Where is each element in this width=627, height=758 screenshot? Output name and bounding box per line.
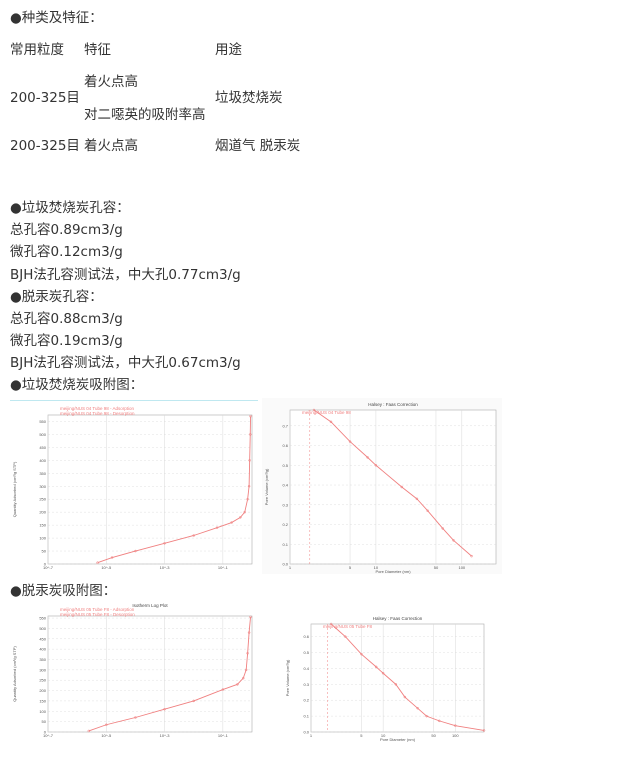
x-tick-label: 5 — [360, 733, 363, 738]
section2-line: 微孔容0.19cm3/g — [10, 333, 123, 349]
x-tick-label: 10^-5 — [101, 733, 112, 738]
chart-title: Halsey : Faas Correction — [368, 402, 418, 407]
chart-title: Halsey : Faas Correction — [373, 616, 423, 621]
table-header-features: 特征 — [84, 42, 111, 58]
plot-area — [47, 414, 253, 565]
y-tick-label: 100 — [39, 536, 46, 541]
row2-use: 烟道气 脱汞炭 — [215, 138, 301, 154]
y-tick-label: 0.3 — [282, 502, 288, 507]
x-axis-label: Pore Diameter (nm) — [375, 569, 411, 574]
section1-line: 微孔容0.12cm3/g — [10, 244, 123, 260]
y-tick-label: 250 — [39, 497, 46, 502]
y-tick-label: 350 — [39, 471, 46, 476]
x-tick-label: 10^-7 — [43, 565, 54, 570]
x-tick-label: 10^-5 — [101, 565, 112, 570]
x-tick-label: 100 — [452, 733, 459, 738]
y-tick-label: 150 — [39, 698, 46, 703]
y-axis-label: Quantity Adsorbed (cm³/g STP) — [12, 646, 17, 702]
y-tick-label: 0.0 — [303, 730, 309, 735]
y-tick-label: 0.6 — [303, 634, 309, 639]
x-axis-label: Pore Diameter (nm) — [380, 737, 416, 742]
y-tick-label: 400 — [39, 458, 46, 463]
chart-title: Isotherm Log Plot — [132, 603, 168, 608]
x-tick-label: 50 — [431, 733, 436, 738]
x-tick-label: 10^-7 — [43, 733, 54, 738]
x-tick-label: 50 — [434, 565, 439, 570]
row1-feature: 对二噁英的吸附率高 — [84, 107, 206, 123]
x-tick-label: 1 — [289, 565, 292, 570]
y-tick-label: 0.2 — [303, 698, 309, 703]
x-tick-label: 10^-1 — [218, 733, 229, 738]
y-tick-label: 0.2 — [282, 522, 288, 527]
section2-title: ●脱汞炭孔容： — [10, 289, 103, 305]
y-axis-label: Pore Volume (cm³/g) — [264, 468, 269, 505]
row1-use: 垃圾焚烧炭 — [215, 90, 283, 106]
y-tick-label: 300 — [39, 484, 46, 489]
table-header-use: 用途 — [215, 42, 242, 58]
legend-entry: meijing/NUS 05 Tube F8 - Desorption — [60, 612, 135, 617]
y-tick-label: 100 — [39, 709, 46, 714]
y-tick-label: 50 — [42, 719, 47, 724]
y-tick-label: 350 — [39, 657, 46, 662]
y-tick-label: 0.1 — [282, 542, 288, 547]
section2-line: 总孔容0.88cm3/g — [10, 311, 123, 327]
plot-area — [310, 623, 485, 733]
section1-line: 总孔容0.89cm3/g — [10, 222, 123, 238]
y-tick-label: 250 — [39, 678, 46, 683]
plot-area — [289, 409, 497, 565]
y-tick-label: 550 — [39, 419, 46, 424]
x-tick-label: 5 — [349, 565, 352, 570]
y-tick-label: 0.5 — [303, 650, 309, 655]
row1-feature: 着火点高 — [84, 74, 138, 90]
heading-types: ●种类及特征： — [10, 10, 103, 26]
y-tick-label: 0.7 — [282, 423, 288, 428]
y-tick-label: 500 — [39, 626, 46, 631]
plot-area — [47, 615, 253, 733]
heading-fig1: ●垃圾焚烧炭吸附图： — [10, 377, 144, 393]
heading-fig2: ●脱汞炭吸附图： — [10, 583, 117, 599]
y-tick-label: 300 — [39, 667, 46, 672]
y-tick-label: 200 — [39, 510, 46, 515]
table-header-size: 常用粒度 — [10, 42, 64, 58]
row2-size: 200-325目 — [10, 138, 80, 154]
y-axis-label: Pore Volume (cm³/g) — [285, 659, 290, 696]
y-tick-label: 0.4 — [282, 483, 288, 488]
x-tick-label: 10^-3 — [160, 733, 171, 738]
fig1-bjh-chart: 0.00.10.20.30.40.50.60.71 5 10 50 100Halsey … — [262, 398, 502, 574]
x-tick-label: 10^-3 — [160, 565, 171, 570]
y-tick-label: 550 — [39, 616, 46, 621]
y-tick-label: 0.5 — [282, 463, 288, 468]
y-tick-label: 400 — [39, 647, 46, 652]
legend-entry: meijing/NUS 04 Tube 98 — [302, 410, 351, 415]
y-axis-label: Quantity Adsorbed (cm³/g STP) — [12, 461, 17, 517]
y-tick-label: 0.4 — [303, 666, 309, 671]
legend-entry: meijing/NUS 04 Tube 98 - Desorption — [60, 411, 135, 416]
fig2-isotherm-chart: 05010015020025030035040045050055010^-7 10… — [10, 602, 258, 742]
row2-feature: 着火点高 — [84, 138, 138, 154]
y-tick-label: 500 — [39, 432, 46, 437]
y-tick-label: 200 — [39, 688, 46, 693]
x-tick-label: 1 — [310, 733, 313, 738]
y-tick-label: 150 — [39, 523, 46, 528]
section2-line: BJH法孔容测试法，中大孔0.67cm3/g — [10, 355, 241, 371]
row1-size: 200-325目 — [10, 90, 80, 106]
fig2-bjh-chart: 0.00.10.20.30.40.50.61 5 10 50 100Halsey : F… — [283, 612, 490, 742]
x-tick-label: 10^-1 — [218, 565, 229, 570]
y-tick-label: 0.3 — [303, 682, 309, 687]
x-tick-label: 100 — [458, 565, 465, 570]
section1-line: BJH法孔容测试法，中大孔0.77cm3/g — [10, 267, 241, 283]
y-tick-label: 0.6 — [282, 443, 288, 448]
y-tick-label: 450 — [39, 445, 46, 450]
section1-title: ●垃圾焚烧炭孔容： — [10, 200, 130, 216]
y-tick-label: 0.0 — [282, 562, 288, 567]
fig1-isotherm-chart: 05010015020025030035040045050055010^-7 10… — [10, 400, 258, 574]
y-tick-label: 0.1 — [303, 714, 309, 719]
y-tick-label: 450 — [39, 636, 46, 641]
y-tick-label: 50 — [42, 549, 47, 554]
